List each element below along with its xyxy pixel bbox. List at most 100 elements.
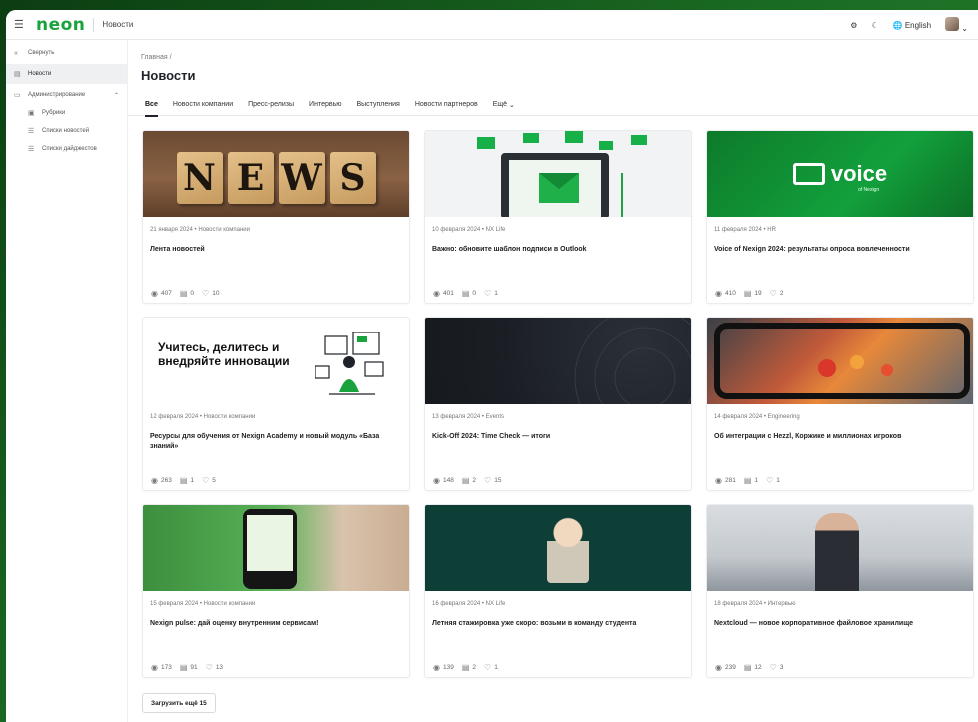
sidebar-item-news[interactable]: ▤ Новости (6, 64, 127, 84)
tab-partner-news[interactable]: Новости партнеров (415, 94, 478, 116)
letter-tile-n: N (176, 152, 223, 204)
tab-interviews[interactable]: Интервью (309, 94, 341, 116)
card-stats: ◉ 263 ▤ 1 ♡ 5 (151, 476, 216, 485)
likes-count: 3 (779, 664, 784, 671)
sidebar-item-news-lists[interactable]: ☰ Списки новостей (6, 122, 127, 140)
like-icon: ♡ (769, 289, 777, 298)
news-card[interactable]: 15 февраля 2024 • Новости компании Nexig… (142, 504, 410, 678)
card-meta: 10 февраля 2024 • NX Life (432, 227, 506, 233)
comments-count: 1 (754, 477, 759, 484)
card-title[interactable]: Nexign pulse: дай оценку внутренним серв… (150, 619, 319, 629)
sidebar-collapse[interactable]: « Свернуть (6, 44, 127, 62)
news-card[interactable]: 18 февраля 2024 • Интервью Nextcloud — н… (706, 504, 974, 678)
tab-all[interactable]: Все (145, 94, 158, 117)
theme-moon-icon[interactable]: ☾ (871, 21, 878, 30)
student-illustration (547, 513, 589, 583)
speech-bubble-icon (792, 163, 825, 185)
settings-icon[interactable]: ⚙ (850, 21, 857, 30)
sidebar-item-label: Новости (28, 71, 52, 77)
likes-count: 15 (494, 477, 502, 484)
news-card[interactable]: Учитесь, делитесь и внедряйте инновации … (142, 317, 410, 491)
envelope-square (477, 137, 495, 149)
card-stats: ◉ 401 ▤ 0 ♡ 1 (433, 289, 498, 298)
like-icon: ♡ (766, 476, 774, 485)
views-count: 401 (442, 290, 454, 297)
learning-illustration (315, 332, 384, 395)
like-icon: ♡ (202, 476, 210, 485)
card-title[interactable]: Voice of Nexign 2024: результаты опроса … (714, 245, 965, 255)
news-card[interactable]: 14 февраля 2024 • Engineering Об интегра… (706, 317, 974, 491)
sidebar-item-label: Администрирование (28, 92, 86, 98)
news-card[interactable]: 13 февраля 2024 • Events Kick-Off 2024: … (424, 317, 692, 491)
news-thumbnail (707, 318, 973, 404)
collapse-icon: « (14, 49, 18, 57)
card-title[interactable]: Ресурсы для обучения от Nexign Academy и… (150, 432, 401, 452)
comment-icon: ▤ (743, 663, 752, 672)
letter-tile-w: W (278, 152, 325, 204)
folder-icon: ▭ (14, 92, 21, 99)
news-card[interactable]: N E W S 21 января 2024 • Новости компани… (142, 130, 410, 304)
eye-icon: ◉ (433, 663, 440, 672)
news-thumbnail (425, 318, 691, 404)
views-count: 407 (160, 290, 172, 297)
sidebar-item-admin[interactable]: ▭ Администрирование ⌃ (6, 86, 127, 104)
card-title[interactable]: Летняя стажировка уже скоро: возьми в ко… (432, 619, 683, 629)
card-meta: 13 февраля 2024 • Events (432, 414, 505, 420)
like-icon: ♡ (769, 663, 777, 672)
voice-logo-word: voice (830, 161, 888, 186)
comments-count: 19 (754, 290, 762, 297)
news-card[interactable]: voice of Nexign 11 февраля 2024 • HR Voi… (706, 130, 974, 304)
plant-illustration (621, 173, 641, 217)
news-card[interactable]: 10 февраля 2024 • NX Life Важно: обновит… (424, 130, 692, 304)
language-switcher[interactable]: 🌐 English (893, 21, 931, 30)
news-thumbnail: N E W S (143, 131, 409, 217)
phone-screen (247, 515, 293, 571)
news-thumbnail (425, 131, 691, 217)
card-title[interactable]: Лента новостей (150, 245, 401, 255)
card-meta: 21 января 2024 • Новости компании (150, 227, 250, 233)
like-icon: ♡ (205, 663, 213, 672)
envelope-flap (539, 173, 579, 189)
sidebar-item-rubrics[interactable]: ▣ Рубрики (6, 104, 127, 122)
card-meta: 14 февраля 2024 • Engineering (714, 414, 800, 420)
chevron-down-icon: ⌄ (509, 101, 515, 109)
card-stats: ◉ 407 ▤ 0 ♡ 10 (151, 289, 219, 298)
sidebar-item-label: Рубрики (42, 110, 66, 116)
envelope-square (631, 135, 647, 145)
sidebar: « Свернуть ▤ Новости ▭ Администрирование… (6, 40, 128, 722)
menu-icon[interactable]: ☰ (14, 18, 26, 31)
comment-icon: ▤ (743, 476, 752, 485)
comments-count: 12 (754, 664, 762, 671)
news-icon: ▤ (14, 71, 21, 78)
category-tabs: Все Новости компании Пресс-релизы Интерв… (128, 94, 978, 117)
tab-talks[interactable]: Выступления (356, 94, 399, 116)
user-menu[interactable]: ⌄ (945, 17, 968, 33)
breadcrumb[interactable]: Главная / (141, 54, 172, 61)
tab-company-news[interactable]: Новости компании (173, 94, 233, 116)
card-title[interactable]: Nextcloud — новое корпоративное файловое… (714, 619, 965, 629)
views-count: 148 (442, 477, 454, 484)
eye-icon: ◉ (433, 476, 440, 485)
news-card[interactable]: 16 февраля 2024 • NX Life Летняя стажиро… (424, 504, 692, 678)
likes-count: 1 (494, 290, 498, 297)
comment-icon: ▤ (179, 663, 188, 672)
arc-decoration (574, 318, 691, 404)
load-more-button[interactable]: Загрузить ещё 15 (142, 693, 216, 713)
card-stats: ◉ 148 ▤ 2 ♡ 15 (433, 476, 501, 485)
tab-more[interactable]: Ещё ⌄ (493, 94, 515, 116)
voice-logo-sub: of Nexign (858, 187, 880, 193)
tab-press-releases[interactable]: Пресс-релизы (248, 94, 294, 116)
letter-tile-s: S (329, 152, 376, 204)
chevron-down-icon: ⌄ (961, 24, 968, 33)
card-meta: 15 февраля 2024 • Новости компании (150, 601, 256, 607)
app-logo[interactable]: neon (36, 15, 85, 35)
comments-count: 2 (472, 477, 477, 484)
news-thumbnail: Учитесь, делитесь и внедряйте инновации (143, 318, 409, 404)
comments-count: 2 (472, 664, 477, 671)
sidebar-item-digest-lists[interactable]: ☰ Списки дайджестов (6, 140, 127, 158)
card-title[interactable]: Kick-Off 2024: Time Check — итоги (432, 432, 683, 442)
card-title[interactable]: Об интеграции с Hezzl, Коржике и миллион… (714, 432, 965, 442)
card-title[interactable]: Важно: обновите шаблон подписи в Outlook (432, 245, 683, 255)
news-thumbnail (143, 505, 409, 591)
news-thumbnail (707, 505, 973, 591)
